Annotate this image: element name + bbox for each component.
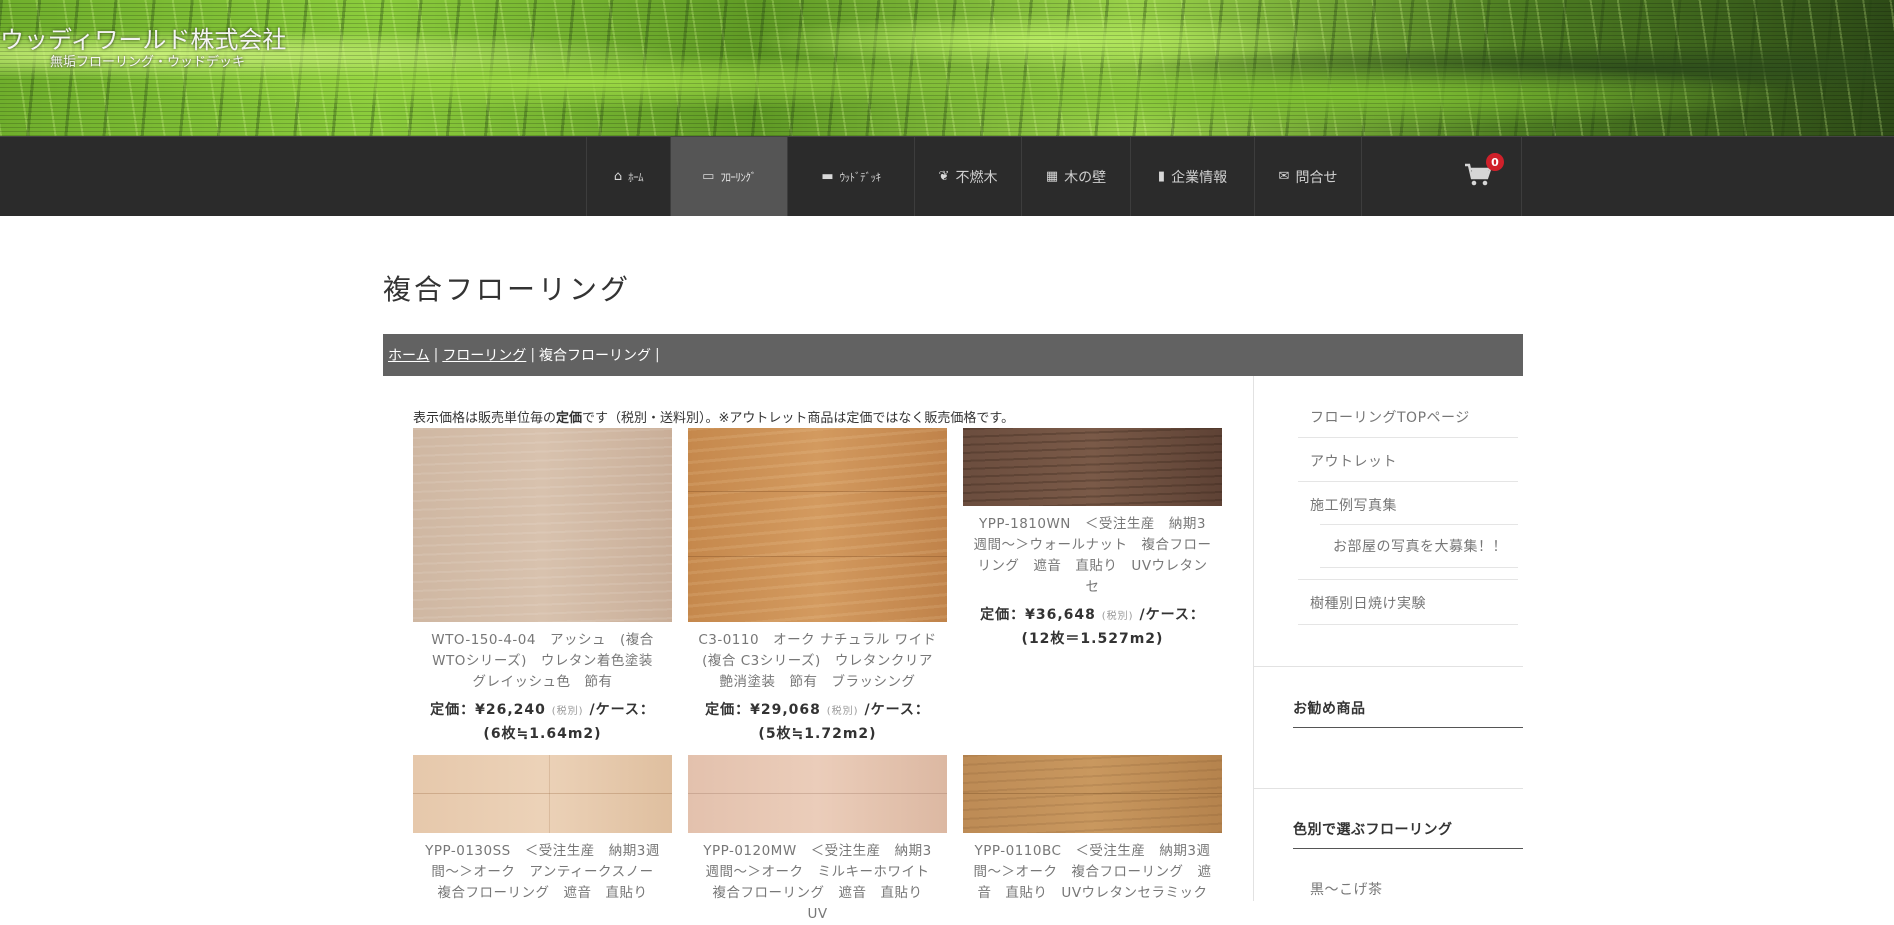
product-title[interactable]: C3-0110 オーク ナチュラル ワイド (複合 C3シリーズ) ウレタンクリ… xyxy=(698,630,950,693)
nav-item-company-info[interactable]: ▮ 企業情報 xyxy=(1131,137,1255,216)
site-title[interactable]: ウッディワールド株式会社 xyxy=(0,20,286,55)
product-image[interactable] xyxy=(963,755,1222,833)
product-title[interactable]: YPP-0120MW ＜受注生産 納期3週間～＞オーク ミルキーホワイト 複合フ… xyxy=(698,841,943,925)
leaf-icon: ❦ xyxy=(938,169,950,184)
nav-item-wood-deck[interactable]: ▬ ｳｯﾄﾞﾃﾞｯｷ xyxy=(788,137,915,216)
tax-note: (税別) xyxy=(1101,611,1134,622)
nav-label: 企業情報 xyxy=(1171,169,1228,186)
sidebar-separator xyxy=(1320,567,1518,568)
breadcrumb: ホーム | フローリング | 複合フローリング | xyxy=(383,334,1523,376)
sidebar-link-outlet[interactable]: アウトレット xyxy=(1310,451,1397,471)
product-card[interactable]: YPP-0120MW ＜受注生産 納期3週間～＞オーク ミルキーホワイト 複合フ… xyxy=(688,755,947,925)
product-title[interactable]: WTO-150-4-04 アッシュ (複合WTOシリーズ) ウレタン着色塗装 グ… xyxy=(423,630,666,693)
price-label: 定価：¥36,648 xyxy=(980,607,1096,623)
color-link-black-brown[interactable]: 黒～こげ茶 xyxy=(1310,879,1383,899)
product-image[interactable] xyxy=(688,428,947,622)
nav-item-home[interactable]: ⌂ ﾎｰﾑ xyxy=(587,137,671,216)
nav-list: ⌂ ﾎｰﾑ ▭ ﾌﾛｰﾘﾝｸﾞ ▬ ｳｯﾄﾞﾃﾞｯｷ ❦ 不燃木 ▦ 木の壁 ▮… xyxy=(586,137,1362,216)
nav-label: 木の壁 xyxy=(1064,169,1107,186)
breadcrumb-separator: | xyxy=(530,347,536,363)
sidebar-link-gallery[interactable]: 施工例写真集 xyxy=(1310,495,1397,515)
product-image[interactable] xyxy=(413,755,672,833)
tax-note: (税別) xyxy=(551,706,584,717)
notice-suffix: です（税別・送料別）。※アウトレット商品は定価ではなく販売価格です。 xyxy=(582,411,1015,426)
heading-underline xyxy=(1293,727,1523,728)
flooring-icon: ▭ xyxy=(702,169,715,184)
tax-note: (税別) xyxy=(826,706,859,717)
product-title[interactable]: YPP-1810WN ＜受注生産 納期3週間～＞ウォールナット 複合フローリング… xyxy=(973,514,1212,598)
product-title[interactable]: YPP-0110BC ＜受注生産 納期3週間～＞オーク 複合フローリング 遮音 … xyxy=(973,841,1212,904)
wall-icon: ▦ xyxy=(1045,169,1059,184)
price-label: 定価：¥29,068 xyxy=(705,702,821,718)
sidebar-separator xyxy=(1298,481,1518,482)
header-banner: ウッディワールド株式会社 無垢フローリング・ウッドデッキ xyxy=(0,0,1894,136)
sidebar-link-photo-contest[interactable]: お部屋の写真を大募集！！ xyxy=(1333,536,1507,556)
price-label: 定価：¥26,240 xyxy=(430,702,546,718)
price-unit: /ケース： xyxy=(1139,607,1205,623)
cart-count-badge: 0 xyxy=(1486,153,1504,171)
sidebar-separator xyxy=(1298,624,1518,625)
sidebar-link-sunburn-test[interactable]: 樹種別日焼け実験 xyxy=(1310,593,1426,613)
breadcrumb-separator: | xyxy=(655,347,660,363)
sidebar-separator xyxy=(1320,524,1518,525)
product-card[interactable]: YPP-0110BC ＜受注生産 納期3週間～＞オーク 複合フローリング 遮音 … xyxy=(963,755,1222,904)
product-price: 定価：¥36,648 (税別) /ケース： (12枚＝1.527m2) xyxy=(963,604,1222,650)
price-unit: /ケース： xyxy=(589,702,655,718)
product-image[interactable] xyxy=(688,755,947,833)
cart-area: 0 xyxy=(1254,137,1522,216)
home-icon: ⌂ xyxy=(613,169,623,184)
nav-label: ｳｯﾄﾞﾃﾞｯｷ xyxy=(839,170,882,184)
widget-separator xyxy=(1253,788,1523,789)
product-card[interactable]: YPP-1810WN ＜受注生産 納期3週間～＞ウォールナット 複合フローリング… xyxy=(963,428,1222,650)
product-price: 定価：¥26,240 (税別) /ケース： (6枚≒1.64m2) xyxy=(413,699,672,745)
nav-label: ﾌﾛｰﾘﾝｸﾞ xyxy=(720,170,756,184)
widget-separator xyxy=(1253,666,1523,667)
product-price: 定価：¥29,068 (税別) /ケース： (5枚≒1.72m2) xyxy=(688,699,947,745)
deck-icon: ▬ xyxy=(821,169,834,184)
product-image[interactable] xyxy=(413,428,672,622)
nav-item-wood-wall[interactable]: ▦ 木の壁 xyxy=(1022,137,1131,216)
sidebar-divider xyxy=(1253,376,1254,901)
nav-item-flooring[interactable]: ▭ ﾌﾛｰﾘﾝｸﾞ xyxy=(671,137,788,216)
building-icon: ▮ xyxy=(1157,169,1166,184)
notice-bold: 定価 xyxy=(556,411,583,426)
product-card[interactable]: YPP-0130SS ＜受注生産 納期3週間～＞オーク アンティークスノー 複合… xyxy=(413,755,672,904)
product-card[interactable]: C3-0110 オーク ナチュラル ワイド (複合 C3シリーズ) ウレタンクリ… xyxy=(688,428,950,745)
unit-detail: (12枚＝1.527m2) xyxy=(1021,631,1164,647)
main-navigation: ⌂ ﾎｰﾑ ▭ ﾌﾛｰﾘﾝｸﾞ ▬ ｳｯﾄﾞﾃﾞｯｷ ❦ 不燃木 ▦ 木の壁 ▮… xyxy=(0,136,1894,216)
sidebar-link-flooring-top[interactable]: フローリングTOPページ xyxy=(1310,407,1470,427)
product-title[interactable]: YPP-0130SS ＜受注生産 納期3週間～＞オーク アンティークスノー 複合… xyxy=(423,841,667,904)
nav-item-fireproof-wood[interactable]: ❦ 不燃木 xyxy=(915,137,1022,216)
heading-underline xyxy=(1293,848,1523,849)
breadcrumb-separator: | xyxy=(433,347,439,363)
recommended-heading: お勧め商品 xyxy=(1293,701,1366,717)
sidebar-separator xyxy=(1298,437,1518,438)
color-filter-heading: 色別で選ぶフローリング xyxy=(1293,822,1453,838)
page-title: 複合フローリング xyxy=(383,273,632,306)
product-card[interactable]: WTO-150-4-04 アッシュ (複合WTOシリーズ) ウレタン着色塗装 グ… xyxy=(413,428,672,745)
unit-detail: (6枚≒1.64m2) xyxy=(483,726,602,742)
sidebar-separator xyxy=(1298,579,1518,580)
breadcrumb-flooring-link[interactable]: フローリング xyxy=(442,345,526,365)
product-image[interactable] xyxy=(963,428,1222,506)
site-subtitle: 無垢フローリング・ウッドデッキ xyxy=(50,55,246,70)
breadcrumb-home-link[interactable]: ホーム xyxy=(388,345,430,365)
unit-detail: (5枚≒1.72m2) xyxy=(758,726,877,742)
nav-label: 不燃木 xyxy=(955,169,998,186)
breadcrumb-current: 複合フローリング xyxy=(539,348,652,364)
notice-prefix: 表示価格は販売単位毎の xyxy=(413,411,557,426)
price-unit: /ケース： xyxy=(864,702,930,718)
price-notice: 表示価格は販売単位毎の定価です（税別・送料別）。※アウトレット商品は定価ではなく… xyxy=(413,407,1014,426)
nav-label: ﾎｰﾑ xyxy=(628,170,644,184)
